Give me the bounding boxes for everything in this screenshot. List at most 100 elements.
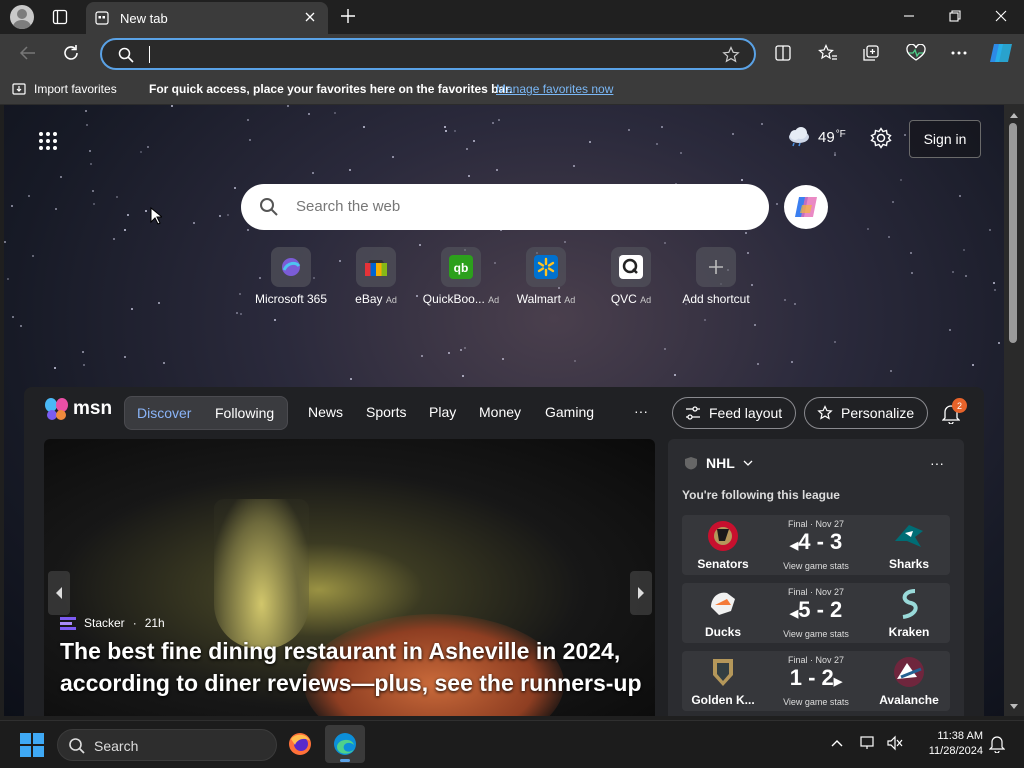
new-tab-button[interactable]: [340, 8, 356, 24]
favorite-star-icon[interactable]: [722, 46, 740, 64]
team-name: Senators: [697, 557, 749, 571]
show-hidden-icons-chevron-icon[interactable]: [831, 739, 843, 747]
star-dot: [12, 316, 14, 318]
quick-link-walmart[interactable]: Walmart Ad: [502, 247, 590, 306]
star-dot: [473, 140, 475, 142]
mouse-cursor-icon: [150, 207, 162, 225]
star-dot: [158, 302, 160, 304]
favorites-icon[interactable]: [818, 44, 838, 62]
star-dot: [444, 126, 446, 128]
star-dot: [564, 241, 566, 243]
star-dot: [234, 187, 236, 189]
nhl-more-button[interactable]: ···: [930, 455, 944, 471]
network-icon[interactable]: [860, 735, 878, 751]
page-scrollbar[interactable]: [1004, 105, 1024, 716]
web-search-box[interactable]: Search the web: [241, 184, 769, 230]
game-row[interactable]: Golden K... Final · Nov 27 1 - 2▶ View g…: [682, 651, 950, 711]
app-launcher-icon[interactable]: [38, 131, 58, 151]
view-game-stats-link[interactable]: View game stats: [768, 629, 864, 639]
tab-following[interactable]: Following: [215, 405, 274, 421]
feed-layout-button[interactable]: Feed layout: [672, 397, 796, 429]
view-game-stats-link[interactable]: View game stats: [768, 697, 864, 707]
settings-and-more-icon[interactable]: [950, 44, 968, 62]
nav-money[interactable]: Money: [479, 404, 521, 420]
weather-widget[interactable]: 49 °F: [786, 127, 846, 147]
sign-in-button[interactable]: Sign in: [909, 120, 981, 158]
source-name: Stacker: [84, 616, 125, 630]
league-selector[interactable]: NHL: [684, 455, 753, 471]
address-bar[interactable]: [100, 38, 756, 70]
scrollbar-thumb[interactable]: [1009, 123, 1017, 343]
star-dot: [312, 172, 314, 174]
search-placeholder: Search the web: [296, 198, 401, 215]
import-icon: [12, 83, 26, 95]
avalanche-logo-icon: [890, 655, 928, 689]
nav-sports[interactable]: Sports: [366, 404, 406, 420]
close-window-button[interactable]: [994, 9, 1008, 23]
firefox-icon[interactable]: [287, 731, 313, 757]
nav-gaming[interactable]: Gaming: [545, 404, 594, 420]
manage-favorites-link[interactable]: Manage favorites now: [496, 82, 613, 96]
browser-essentials-icon[interactable]: [906, 44, 926, 62]
add-shortcut-button[interactable]: Add shortcut: [672, 247, 760, 306]
restore-button[interactable]: [948, 9, 962, 23]
star-dot: [573, 165, 575, 167]
address-input-caret[interactable]: [149, 46, 150, 63]
tab-discover[interactable]: Discover: [137, 405, 191, 421]
minimize-button[interactable]: [902, 9, 916, 23]
tab-new-tab[interactable]: New tab: [86, 2, 328, 34]
profile-avatar[interactable]: [10, 5, 34, 29]
star-dot: [680, 152, 682, 154]
star-dot: [468, 175, 470, 177]
windows-start-icon[interactable]: [20, 733, 44, 757]
carousel-next-button[interactable]: [630, 571, 652, 615]
taskbar-search-box[interactable]: Search: [57, 729, 277, 761]
quick-link-qvc[interactable]: QVC Ad: [587, 247, 675, 306]
nav-news[interactable]: News: [308, 404, 343, 420]
notifications-icon[interactable]: [989, 735, 1005, 753]
collections-icon[interactable]: [862, 44, 880, 62]
quick-link-quickbooks[interactable]: qb QuickBoo... Ad: [417, 247, 505, 306]
volume-muted-icon[interactable]: [886, 735, 904, 751]
game-row[interactable]: Ducks Final · Nov 27 ◀5 - 2 View game st…: [682, 583, 950, 643]
quick-link-microsoft-365[interactable]: Microsoft 365: [247, 247, 335, 306]
tab-title: New tab: [120, 11, 168, 26]
import-favorites-button[interactable]: Import favorites: [12, 82, 117, 96]
split-screen-icon[interactable]: [774, 44, 792, 62]
star-dot: [247, 119, 249, 121]
star-dot: [287, 105, 289, 107]
copilot-search-button[interactable]: [784, 185, 828, 229]
star-dot: [163, 362, 165, 364]
msn-logo[interactable]: msn: [44, 397, 112, 421]
star-dot: [92, 190, 94, 192]
msn-feed: msn Discover Following News Sports Play …: [24, 387, 984, 716]
sharks-logo-icon: [890, 519, 928, 553]
star-dot: [656, 143, 658, 145]
page-settings-gear-icon[interactable]: [870, 127, 892, 149]
tab-actions-icon[interactable]: [52, 9, 68, 25]
personalize-button[interactable]: Personalize: [804, 397, 928, 429]
taskbar-clock[interactable]: 11:38 AM 11/28/2024: [913, 729, 983, 759]
article-headline[interactable]: The best fine dining restaurant in Ashev…: [60, 635, 650, 699]
star-dot: [867, 228, 869, 230]
star-dot: [989, 229, 991, 231]
nav-play[interactable]: Play: [429, 404, 456, 420]
personalize-label: Personalize: [841, 405, 915, 421]
star-dot: [754, 324, 756, 326]
active-app-indicator: [340, 759, 350, 762]
scroll-up-icon: [1010, 113, 1018, 118]
clock-time: 11:38 AM: [937, 730, 983, 742]
refresh-icon[interactable]: [62, 44, 80, 62]
edge-taskbar-button[interactable]: [325, 725, 365, 763]
game-row[interactable]: Senators Final · Nov 27 ◀4 - 3 View game…: [682, 515, 950, 575]
close-tab-icon[interactable]: [304, 11, 316, 23]
star-dot: [963, 249, 965, 251]
quick-link-ebay[interactable]: eBay Ad: [332, 247, 420, 306]
hero-article-card[interactable]: Stacker · 21h The best fine dining resta…: [44, 439, 655, 716]
view-game-stats-link[interactable]: View game stats: [768, 561, 864, 571]
carousel-prev-button[interactable]: [48, 571, 70, 615]
copilot-icon[interactable]: [988, 40, 1014, 66]
star-edit-icon: [817, 405, 833, 420]
back-arrow-icon[interactable]: [19, 44, 37, 62]
nav-more-button[interactable]: ···: [634, 403, 648, 419]
